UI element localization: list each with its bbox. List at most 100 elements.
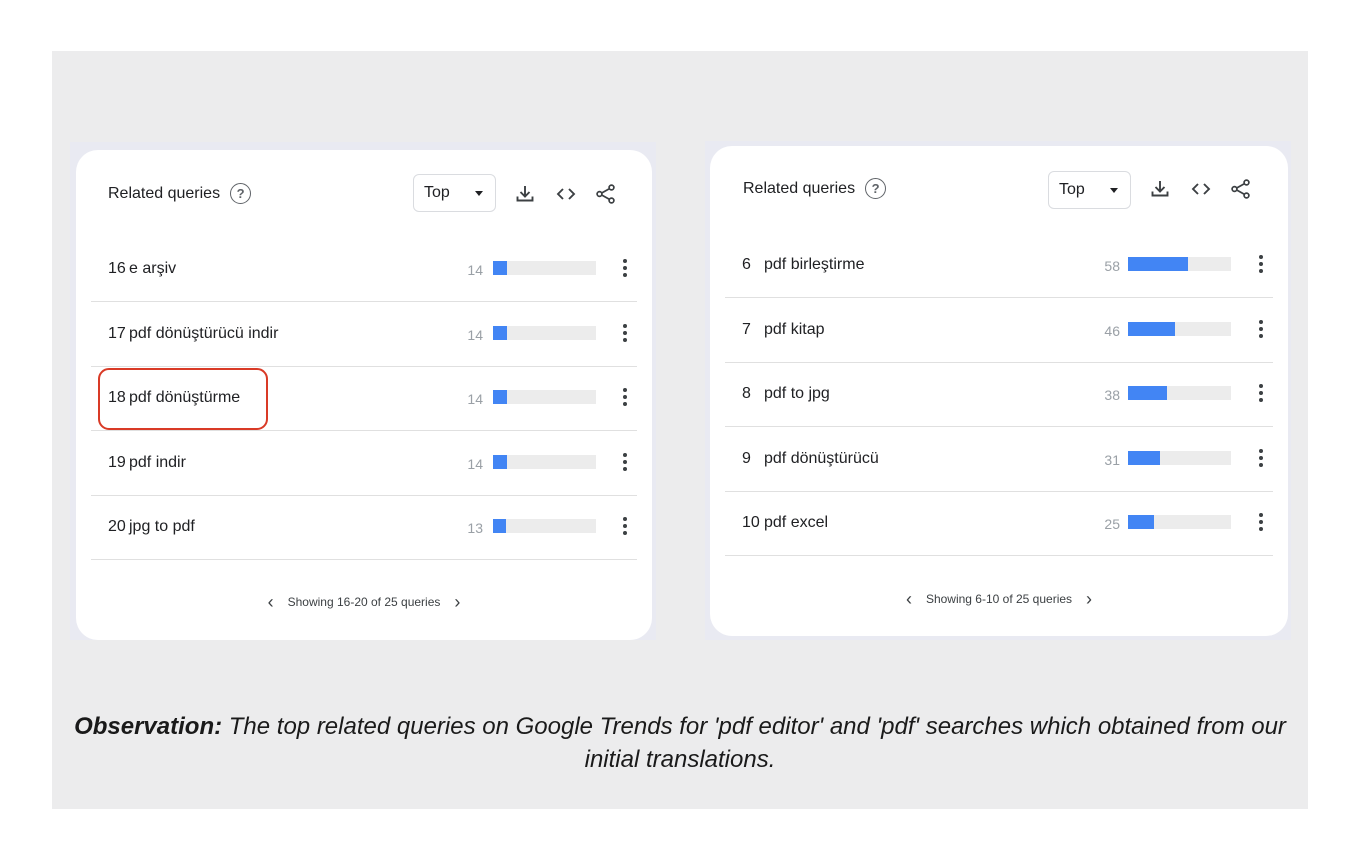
table-row[interactable]: 6 pdf birleştirme 58	[725, 234, 1273, 298]
pagination: ‹ Showing 6-10 of 25 queries ›	[710, 590, 1288, 608]
more-vert-icon[interactable]	[1258, 513, 1264, 533]
query-rank: 10	[742, 514, 760, 531]
query-value: 58	[1104, 258, 1120, 274]
query-rank: 20	[108, 518, 126, 535]
query-value: 14	[467, 262, 483, 278]
value-bar-fill	[1128, 451, 1160, 465]
query-rank: 16	[108, 260, 126, 277]
chevron-left-icon[interactable]: ‹	[906, 590, 912, 608]
chevron-right-icon[interactable]: ›	[1086, 590, 1092, 608]
pagination: ‹ Showing 16-20 of 25 queries ›	[76, 593, 652, 611]
chevron-left-icon[interactable]: ‹	[268, 593, 274, 611]
value-bar-fill	[1128, 322, 1176, 336]
table-row[interactable]: 17 pdf dönüştürücü indir 14	[91, 303, 637, 367]
table-row[interactable]: 19 pdf indir 14	[91, 432, 637, 496]
query-rank: 17	[108, 325, 126, 342]
query-value: 46	[1104, 323, 1120, 339]
query-text[interactable]: jpg to pdf	[129, 518, 195, 536]
caption-label: Observation:	[74, 713, 223, 740]
value-bar-fill	[493, 261, 508, 275]
value-bar	[1128, 386, 1231, 400]
pagination-text: Showing 16-20 of 25 queries	[287, 595, 441, 609]
value-bar-fill	[493, 519, 507, 533]
value-bar-fill	[1128, 257, 1188, 271]
query-rank: 6	[742, 256, 751, 273]
query-rank: 9	[742, 450, 751, 467]
more-vert-icon[interactable]	[1258, 449, 1264, 469]
query-text[interactable]: pdf birleştirme	[764, 256, 864, 274]
card-title: Related queries ?	[743, 178, 887, 199]
query-text[interactable]: e arşiv	[129, 260, 176, 278]
more-vert-icon[interactable]	[622, 453, 628, 473]
value-bar-fill	[1128, 386, 1168, 400]
more-vert-icon[interactable]	[622, 259, 628, 279]
query-text[interactable]: pdf dönüştürücü indir	[129, 325, 278, 343]
value-bar	[1128, 322, 1231, 336]
table-row[interactable]: 8 pdf to jpg 38	[725, 363, 1273, 427]
filter-select-value: Top	[1059, 181, 1085, 198]
help-icon[interactable]: ?	[230, 183, 252, 204]
query-value: 14	[467, 391, 483, 407]
download-icon[interactable]	[514, 183, 536, 205]
help-icon[interactable]: ?	[865, 178, 887, 199]
value-bar	[493, 455, 596, 469]
query-text[interactable]: pdf kitap	[764, 321, 824, 339]
query-value: 14	[467, 456, 483, 472]
query-text[interactable]: pdf excel	[764, 514, 828, 532]
value-bar	[493, 390, 596, 404]
value-bar-fill	[493, 390, 508, 404]
more-vert-icon[interactable]	[622, 388, 628, 408]
value-bar	[1128, 257, 1231, 271]
card-header: Related queries ? Top	[76, 150, 652, 238]
share-icon[interactable]	[595, 183, 617, 205]
query-text[interactable]: pdf indir	[129, 454, 186, 472]
value-bar-fill	[493, 326, 508, 340]
query-value: 25	[1104, 516, 1120, 532]
embed-icon[interactable]	[1190, 178, 1212, 200]
more-vert-icon[interactable]	[1258, 320, 1264, 340]
table-row[interactable]: 9 pdf dönüştürücü 31	[725, 428, 1273, 492]
query-rank: 8	[742, 385, 751, 402]
query-value: 31	[1104, 452, 1120, 468]
filter-select[interactable]: Top	[413, 174, 496, 212]
caption-text: The top related queries on Google Trends…	[222, 713, 1286, 773]
query-rank: 7	[742, 321, 751, 338]
query-text[interactable]: pdf dönüştürücü	[764, 450, 879, 468]
query-value: 14	[467, 327, 483, 343]
value-bar-fill	[1128, 515, 1154, 529]
value-bar	[1128, 515, 1231, 529]
more-vert-icon[interactable]	[622, 324, 628, 344]
pagination-text: Showing 6-10 of 25 queries	[925, 592, 1073, 606]
card-header: Related queries ? Top	[710, 146, 1288, 234]
query-text[interactable]: pdf to jpg	[764, 385, 830, 403]
share-icon[interactable]	[1230, 178, 1252, 200]
card-title: Related queries ?	[108, 183, 252, 204]
related-queries-card-right: Related queries ? Top 6 pdf birleştirme …	[710, 146, 1288, 636]
table-row[interactable]: 16 e arşiv 14	[91, 238, 637, 302]
more-vert-icon[interactable]	[1258, 255, 1264, 275]
more-vert-icon[interactable]	[622, 517, 628, 537]
query-value: 13	[467, 520, 483, 536]
value-bar	[493, 519, 596, 533]
value-bar-fill	[493, 455, 508, 469]
more-vert-icon[interactable]	[1258, 384, 1264, 404]
value-bar	[493, 261, 596, 275]
filter-select-value: Top	[424, 184, 450, 201]
highlight-box	[98, 368, 268, 430]
caption: Observation: The top related queries on …	[52, 710, 1308, 776]
card-title-text: Related queries	[108, 184, 221, 202]
value-bar	[1128, 451, 1231, 465]
query-rank: 19	[108, 454, 126, 471]
dropdown-caret-icon	[1110, 188, 1118, 193]
dropdown-caret-icon	[475, 191, 483, 196]
embed-icon[interactable]	[555, 183, 577, 205]
download-icon[interactable]	[1149, 178, 1171, 200]
chevron-right-icon[interactable]: ›	[454, 593, 460, 611]
value-bar	[493, 326, 596, 340]
table-row[interactable]: 20 jpg to pdf 13	[91, 496, 637, 560]
card-title-text: Related queries	[743, 179, 856, 197]
filter-select[interactable]: Top	[1048, 171, 1131, 209]
query-value: 38	[1104, 387, 1120, 403]
table-row[interactable]: 10 pdf excel 25	[725, 492, 1273, 556]
table-row[interactable]: 7 pdf kitap 46	[725, 299, 1273, 363]
